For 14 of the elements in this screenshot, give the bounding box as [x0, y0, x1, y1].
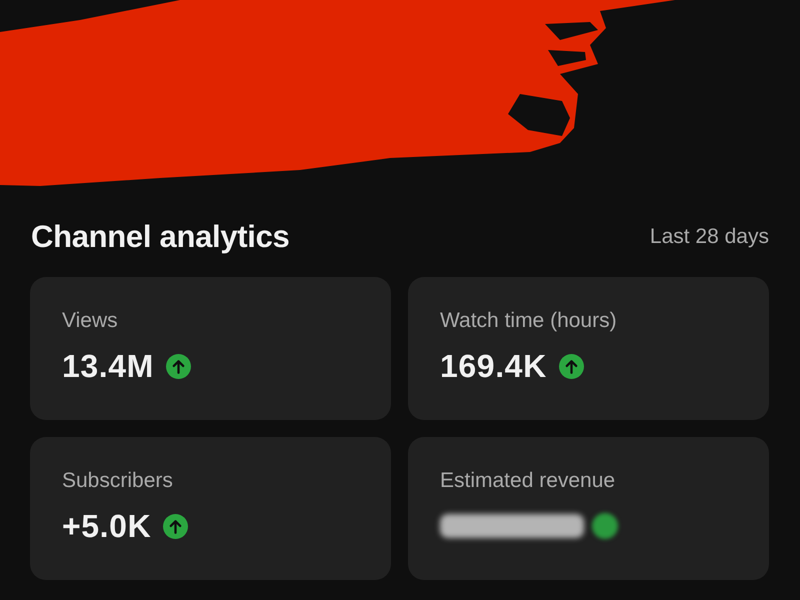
metric-label: Subscribers: [62, 468, 173, 494]
blurred-dot-icon: [592, 513, 618, 539]
metric-card[interactable]: Watch time (hours) 169.4K: [408, 277, 769, 420]
metric-label: Estimated revenue: [440, 468, 616, 494]
metric-value: 169.4K: [440, 347, 547, 385]
metric-card[interactable]: Views 13.4M: [30, 277, 391, 420]
section-title: Channel analytics: [31, 219, 290, 255]
date-range-label: Last 28 days: [650, 225, 769, 249]
metric-label: Watch time (hours): [440, 308, 617, 334]
metric-label: Views: [62, 308, 118, 334]
metric-value: 13.4M: [62, 347, 154, 385]
metric-value: +5.0K: [62, 507, 152, 545]
metric-card[interactable]: Estimated revenue: [408, 437, 769, 580]
metric-card[interactable]: Subscribers +5.0K: [30, 437, 391, 580]
